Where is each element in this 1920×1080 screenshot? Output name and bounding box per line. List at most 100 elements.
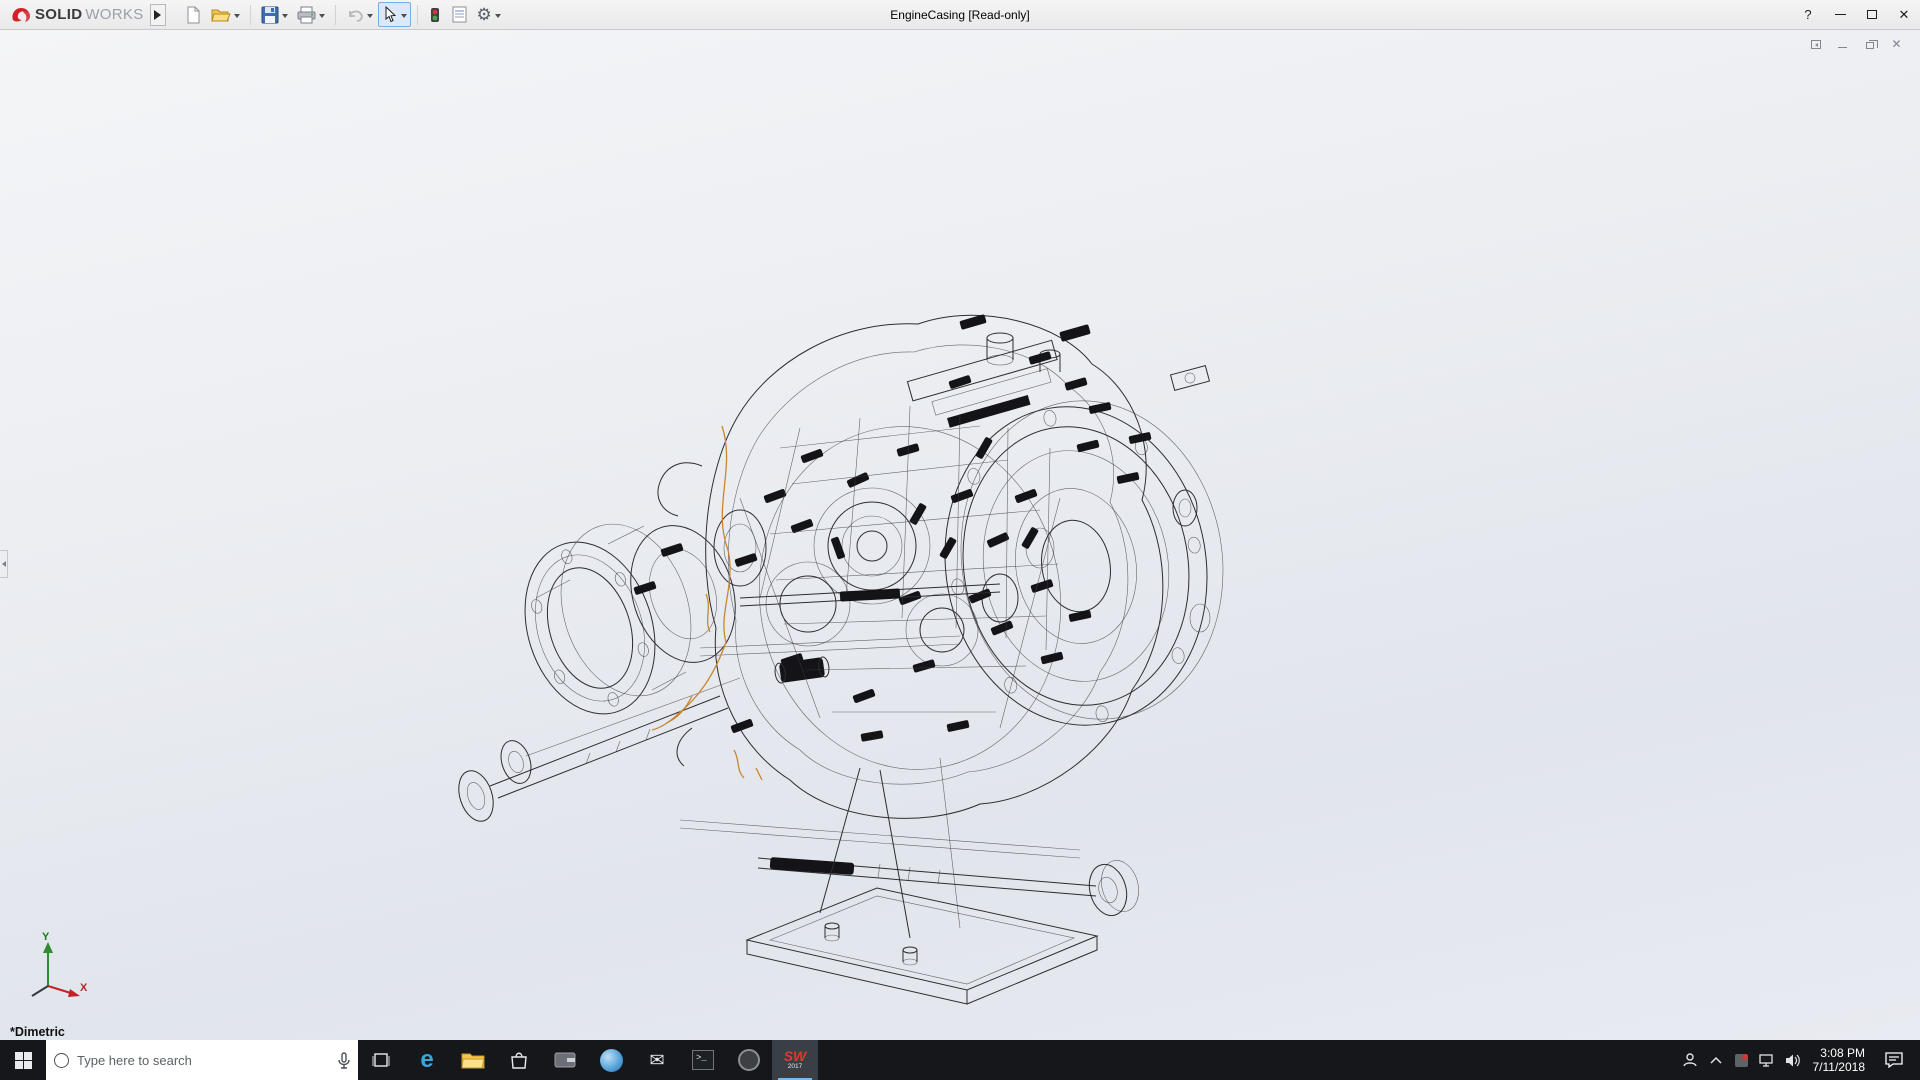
taskbar-store-button[interactable] <box>496 1040 542 1080</box>
doc-dock-button[interactable] <box>1808 37 1823 51</box>
triad-axes-icon <box>18 934 96 1006</box>
doc-minimize-button[interactable] <box>1835 37 1850 51</box>
file-properties-button[interactable] <box>447 2 472 27</box>
view-orientation-label: *Dimetric <box>10 1025 65 1039</box>
rebuild-button[interactable] <box>424 2 446 27</box>
tray-network-button[interactable] <box>1755 1040 1781 1080</box>
print-button[interactable] <box>293 2 329 27</box>
new-document-icon <box>184 6 202 24</box>
brand-text-works: WORKS <box>85 6 143 23</box>
solidworks-brand: SOLIDWORKS <box>0 5 150 25</box>
print-dropdown-arrow[interactable] <box>319 14 325 21</box>
select-dropdown-arrow[interactable] <box>401 14 407 21</box>
task-view-icon <box>371 1050 391 1070</box>
solidworks-sw-text: SW <box>784 1049 807 1063</box>
tray-app-icon <box>1734 1053 1749 1068</box>
tray-notification-app-button[interactable] <box>1729 1040 1755 1080</box>
undo-dropdown-arrow[interactable] <box>367 14 373 21</box>
taskbar-browser-button[interactable] <box>588 1040 634 1080</box>
collapse-arrow-icon <box>0 561 6 567</box>
edge-icon: e <box>420 1048 433 1072</box>
network-icon <box>1759 1053 1776 1067</box>
minimize-icon <box>1835 14 1846 15</box>
microphone-icon[interactable] <box>338 1052 350 1069</box>
close-button[interactable]: ✕ <box>1888 0 1920 29</box>
select-button[interactable] <box>378 2 411 27</box>
taskbar-terminal-button[interactable]: >_ <box>680 1040 726 1080</box>
close-icon: ✕ <box>1899 7 1910 23</box>
rebuild-traffic-light-icon <box>428 7 442 23</box>
options-gear-icon: ⚙ <box>477 6 492 23</box>
feature-panel-collapse-handle[interactable] <box>0 550 8 578</box>
doc-close-button[interactable]: ✕ <box>1889 37 1904 51</box>
window-controls: ? ✕ <box>1792 0 1920 29</box>
action-center-button[interactable] <box>1875 1040 1913 1080</box>
volume-icon <box>1785 1053 1802 1068</box>
help-icon: ? <box>1804 7 1811 22</box>
open-button[interactable] <box>207 2 244 27</box>
tray-people-button[interactable] <box>1677 1040 1703 1080</box>
clock-date: 7/11/2018 <box>1813 1060 1866 1074</box>
doc-restore-icon <box>1866 42 1874 49</box>
dassault-systemes-logo-icon <box>10 5 32 25</box>
taskbar-file-explorer-button[interactable] <box>450 1040 496 1080</box>
menu-flyout-button[interactable] <box>150 4 166 26</box>
help-button[interactable]: ? <box>1792 0 1824 29</box>
titlebar: SOLIDWORKS <box>0 0 1920 30</box>
taskbar-clock[interactable]: 3:08 PM 7/11/2018 <box>1807 1046 1876 1074</box>
save-icon <box>261 6 279 24</box>
taskbar-mail-button[interactable]: ✉ <box>634 1040 680 1080</box>
save-dropdown-arrow[interactable] <box>282 14 288 21</box>
system-tray: 3:08 PM 7/11/2018 <box>1677 1040 1920 1080</box>
task-view-button[interactable] <box>358 1040 404 1080</box>
select-cursor-icon <box>382 6 398 23</box>
tray-volume-button[interactable] <box>1781 1040 1807 1080</box>
tray-overflow-button[interactable] <box>1703 1040 1729 1080</box>
options-dropdown-arrow[interactable] <box>495 14 501 21</box>
maximize-button[interactable] <box>1856 0 1888 29</box>
graphics-area[interactable]: ✕ <box>0 30 1920 1040</box>
store-bag-icon <box>509 1050 529 1070</box>
triad-y-label: Y <box>42 931 49 943</box>
orientation-triad[interactable]: Y X <box>18 934 96 1006</box>
solidworks-year-text: 2017 <box>788 1064 802 1071</box>
cortana-icon <box>54 1053 69 1068</box>
clock-time: 3:08 PM <box>1820 1046 1865 1060</box>
people-icon <box>1682 1052 1698 1068</box>
quick-access-toolbar: ⚙ <box>180 2 505 27</box>
file-properties-icon <box>451 6 468 23</box>
open-folder-icon <box>211 6 231 24</box>
dock-window-icon <box>1811 40 1821 49</box>
minimize-button[interactable] <box>1824 0 1856 29</box>
taskbar-search[interactable] <box>46 1040 358 1080</box>
start-button[interactable] <box>0 1040 46 1080</box>
toolbar-separator <box>335 5 336 25</box>
toolbar-separator <box>250 5 251 25</box>
print-icon <box>297 6 316 24</box>
solidworks-app-icon: SW 2017 <box>784 1049 807 1071</box>
brand-text-solid: SOLID <box>35 6 82 23</box>
app-circle-icon <box>738 1049 760 1071</box>
wallet-icon <box>554 1051 576 1069</box>
new-document-button[interactable] <box>180 2 206 27</box>
taskbar-edge-button[interactable]: e <box>404 1040 450 1080</box>
open-dropdown-arrow[interactable] <box>234 14 240 21</box>
doc-minimize-icon <box>1838 47 1847 48</box>
options-button[interactable]: ⚙ <box>473 2 505 27</box>
windows-logo-icon <box>15 1052 32 1069</box>
taskbar-app-button[interactable] <box>726 1040 772 1080</box>
file-explorer-icon <box>461 1050 485 1070</box>
terminal-icon: >_ <box>692 1050 714 1070</box>
engine-casing-wireframe-model[interactable] <box>440 298 1300 1008</box>
taskbar-solidworks-button[interactable]: SW 2017 <box>772 1040 818 1080</box>
undo-button[interactable] <box>342 2 377 27</box>
taskbar-wallet-button[interactable] <box>542 1040 588 1080</box>
doc-restore-button[interactable] <box>1862 37 1877 51</box>
save-button[interactable] <box>257 2 292 27</box>
action-center-icon <box>1885 1052 1903 1068</box>
triad-x-label: X <box>80 982 87 994</box>
mail-icon: ✉ <box>649 1051 664 1069</box>
browser-globe-icon <box>600 1049 623 1072</box>
search-input[interactable] <box>77 1053 330 1068</box>
windows-taskbar: e ✉ >_ SW 2017 <box>0 1040 1920 1080</box>
